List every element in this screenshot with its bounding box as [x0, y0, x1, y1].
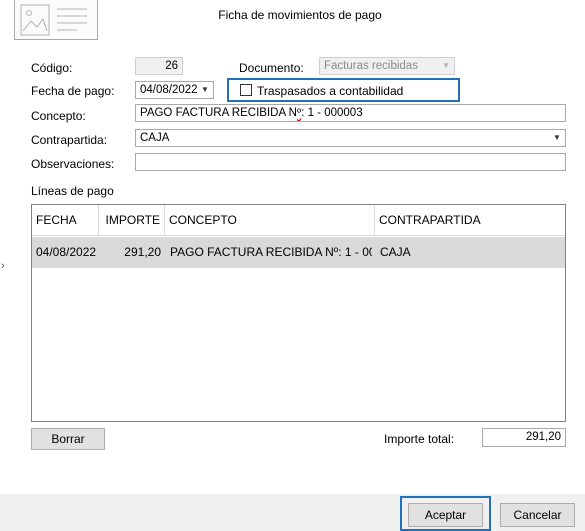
codigo-field[interactable]: 26	[135, 57, 183, 75]
chevron-down-icon: ▼	[442, 61, 450, 70]
traspasados-checkbox-row[interactable]: Traspasados a contabilidad	[227, 78, 460, 102]
fecha-label: Fecha de pago:	[31, 84, 115, 98]
traspasados-checkbox[interactable]	[240, 84, 252, 96]
cell-contrapartida: CAJA	[380, 245, 411, 259]
dialog-footer	[0, 494, 585, 531]
cancelar-button[interactable]: Cancelar	[500, 503, 575, 527]
cell-fecha: 04/08/2022	[36, 245, 97, 259]
column-header-contrapartida[interactable]: CONTRAPARTIDA	[375, 205, 565, 236]
column-header-importe[interactable]: IMPORTE	[99, 205, 165, 236]
concepto-input[interactable]: PAGO FACTURA RECIBIDA Nº: 1 - 000003	[135, 104, 566, 122]
concepto-text-c: : 1 - 000003	[301, 107, 363, 119]
importe-total-label: Importe total:	[384, 432, 455, 446]
column-header-concepto[interactable]: CONCEPTO	[165, 205, 375, 236]
documento-select[interactable]: Facturas recibidas ▼	[319, 57, 455, 75]
traspasados-label: Traspasados a contabilidad	[257, 84, 404, 98]
cell-importe: 291,20	[124, 245, 161, 259]
codigo-label: Código:	[31, 61, 73, 75]
grid-header: FECHA IMPORTE CONCEPTO CONTRAPARTIDA	[32, 205, 565, 236]
fecha-date-picker[interactable]: 04/08/2022 ▼	[135, 81, 214, 99]
payment-lines-grid[interactable]: FECHA IMPORTE CONCEPTO CONTRAPARTIDA 04/…	[31, 204, 566, 422]
documento-value: Facturas recibidas	[324, 60, 418, 72]
importe-total-field[interactable]: 291,20	[482, 428, 566, 447]
concepto-text-a: PAGO FACTURA RECIBIDA N	[140, 107, 297, 119]
chevron-right-icon: ›	[1, 260, 5, 272]
observaciones-label: Observaciones:	[31, 157, 115, 171]
borrar-button[interactable]: Borrar	[31, 428, 105, 450]
chevron-down-icon[interactable]: ▼	[197, 82, 213, 98]
lineas-section-label: Líneas de pago	[31, 184, 114, 198]
documento-label: Documento:	[239, 61, 304, 75]
chevron-down-icon[interactable]: ▼	[549, 130, 565, 146]
cell-concepto: PAGO FACTURA RECIBIDA Nº: 1 - 00...	[170, 245, 372, 259]
concepto-label: Concepto:	[31, 109, 86, 123]
aceptar-button[interactable]: Aceptar	[408, 503, 483, 527]
fecha-value: 04/08/2022	[140, 84, 198, 96]
contrapartida-label: Contrapartida:	[31, 133, 108, 147]
column-header-fecha[interactable]: FECHA	[32, 205, 99, 236]
window-title: Ficha de movimientos de pago	[218, 8, 382, 22]
observaciones-input[interactable]	[135, 153, 566, 171]
contrapartida-select[interactable]: CAJA ▼	[135, 129, 566, 147]
contrapartida-value: CAJA	[140, 132, 170, 144]
table-row[interactable]: 04/08/2022 291,20 PAGO FACTURA RECIBIDA …	[32, 237, 565, 268]
